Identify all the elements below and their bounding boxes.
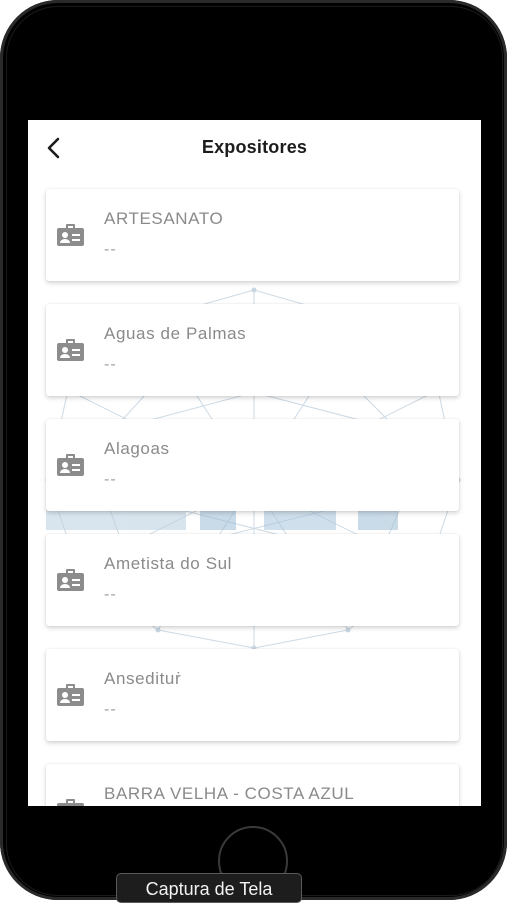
list-item[interactable]: BARRA VELHA - COSTA AZUL xyxy=(46,764,459,806)
exhibitor-name: BARRA VELHA - COSTA AZUL xyxy=(104,784,355,803)
exhibitor-name: Ametista do Sul xyxy=(104,554,233,573)
exhibitor-name: ARTESANATO xyxy=(104,209,224,228)
exhibitor-name: Ansedituṙ xyxy=(104,669,182,688)
list-item[interactable]: Ametista do Sul -- xyxy=(46,534,459,626)
id-badge-icon xyxy=(57,224,84,246)
exhibitor-name: Alagoas xyxy=(104,439,170,458)
app-screen: Expositores ARTESANATO -- Aguas de Palma… xyxy=(28,120,481,806)
list-item[interactable]: Ansedituṙ -- xyxy=(46,649,459,741)
id-badge-icon xyxy=(57,684,84,706)
id-badge-icon xyxy=(57,454,84,476)
id-badge-icon xyxy=(57,569,84,591)
list-item[interactable]: ARTESANATO -- xyxy=(46,189,459,281)
exhibitor-list: ARTESANATO -- Aguas de Palmas -- Alagoas… xyxy=(46,189,459,806)
screenshot-caption: Captura de Tela xyxy=(116,873,302,903)
exhibitor-detail: -- xyxy=(104,586,117,603)
list-item[interactable]: Alagoas -- xyxy=(46,419,459,511)
exhibitor-detail: -- xyxy=(104,471,117,488)
page-title: Expositores xyxy=(201,137,308,157)
exhibitor-detail: -- xyxy=(104,356,117,373)
app-bar: Expositores xyxy=(28,120,481,176)
exhibitor-name: Aguas de Palmas xyxy=(104,324,247,343)
id-badge-icon xyxy=(57,799,84,806)
list-item[interactable]: Aguas de Palmas -- xyxy=(46,304,459,396)
id-badge-icon xyxy=(57,339,84,361)
exhibitor-detail: -- xyxy=(104,241,117,258)
phone-frame: Expositores ARTESANATO -- Aguas de Palma… xyxy=(0,0,507,900)
exhibitor-detail: -- xyxy=(104,701,117,718)
